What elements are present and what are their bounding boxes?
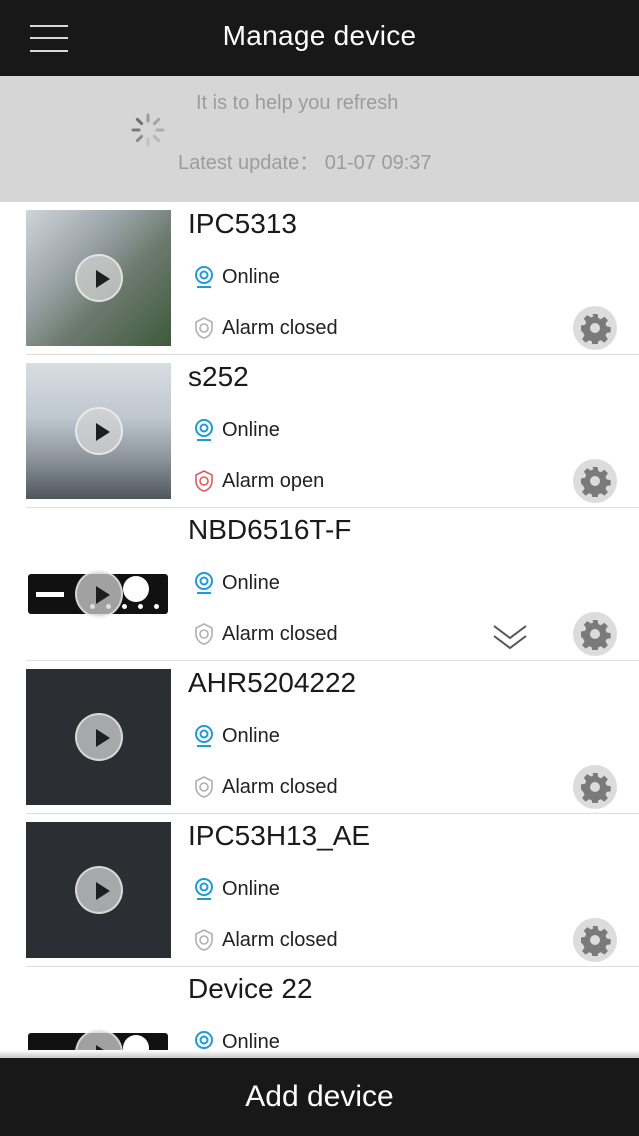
page-title: Manage device xyxy=(222,20,417,51)
device-row[interactable]: NBD6516T-F Online Alarm closed xyxy=(0,508,639,661)
device-row[interactable]: s252 Online Alarm open xyxy=(0,355,639,508)
online-camera-icon xyxy=(195,1031,213,1049)
settings-gear-icon[interactable] xyxy=(573,612,617,656)
device-thumbnail[interactable] xyxy=(26,669,171,805)
alarm-label: Alarm open xyxy=(222,469,325,492)
device-thumbnail[interactable] xyxy=(26,210,171,346)
device-row[interactable]: AHR5204222 Online Alarm closed xyxy=(0,661,639,814)
play-icon[interactable] xyxy=(74,570,123,618)
device-name: IPC53H13_AE xyxy=(188,820,371,851)
settings-gear-icon[interactable] xyxy=(573,765,617,809)
online-status: Online xyxy=(192,722,280,750)
expand-chevron-icon[interactable] xyxy=(490,620,530,654)
device-name: NBD6516T-F xyxy=(188,514,352,545)
last-update-text: Latest update： 01-07 09:37 xyxy=(178,152,432,174)
alarm-label: Alarm closed xyxy=(222,316,338,339)
device-thumbnail[interactable] xyxy=(26,822,171,958)
online-label: Online xyxy=(222,265,280,288)
settings-gear-icon[interactable] xyxy=(573,918,617,962)
device-name: Device 22 xyxy=(188,973,313,1004)
device-name: s252 xyxy=(188,361,249,392)
alarm-status: Alarm closed xyxy=(192,773,338,801)
device-row[interactable]: Device 22 Online xyxy=(0,967,639,1050)
online-label: Online xyxy=(222,877,280,900)
top-bar: Manage device xyxy=(0,0,639,76)
alarm-status: Alarm open xyxy=(192,467,324,495)
device-thumbnail[interactable] xyxy=(26,516,171,652)
device-thumbnail[interactable] xyxy=(26,363,171,499)
device-list: IPC5313 Online Alarm closed s252 Online … xyxy=(0,202,639,1050)
play-icon[interactable] xyxy=(74,713,123,761)
online-status: Online xyxy=(192,1028,280,1050)
online-camera-icon xyxy=(195,725,213,747)
refresh-message: It is to help you refresh xyxy=(196,92,399,114)
online-status: Online xyxy=(192,875,280,903)
online-label: Online xyxy=(222,418,280,441)
footer-shadow xyxy=(0,1050,639,1058)
loading-spinner-icon xyxy=(131,113,165,147)
device-row[interactable]: IPC5313 Online Alarm closed xyxy=(0,202,639,355)
online-label: Online xyxy=(222,724,280,747)
pull-to-refresh-panel: It is to help you refresh Latest update：… xyxy=(0,76,639,202)
online-label: Online xyxy=(222,1030,280,1051)
add-device-button[interactable]: Add device xyxy=(0,1058,639,1136)
settings-gear-icon[interactable] xyxy=(573,306,617,350)
alarm-closed-icon xyxy=(195,776,213,798)
device-name: IPC5313 xyxy=(188,208,297,239)
online-label: Online xyxy=(222,571,280,594)
device-thumbnail[interactable] xyxy=(26,975,171,1050)
play-icon[interactable] xyxy=(74,866,123,914)
online-camera-icon xyxy=(195,266,213,288)
alarm-status: Alarm closed xyxy=(192,926,338,954)
online-camera-icon xyxy=(195,419,213,441)
alarm-status: Alarm closed xyxy=(192,314,338,342)
alarm-closed-icon xyxy=(195,623,213,645)
online-camera-icon xyxy=(195,572,213,594)
alarm-label: Alarm closed xyxy=(222,928,338,951)
online-status: Online xyxy=(192,416,280,444)
alarm-closed-icon xyxy=(195,929,213,951)
online-status: Online xyxy=(192,263,280,291)
alarm-label: Alarm closed xyxy=(222,775,338,798)
alarm-open-icon xyxy=(195,470,213,492)
play-icon[interactable] xyxy=(74,254,123,302)
device-name: AHR5204222 xyxy=(188,667,357,698)
play-icon[interactable] xyxy=(74,407,123,455)
settings-gear-icon[interactable] xyxy=(573,459,617,503)
online-camera-icon xyxy=(195,878,213,900)
online-status: Online xyxy=(192,569,280,597)
alarm-closed-icon xyxy=(195,317,213,339)
device-row[interactable]: IPC53H13_AE Online Alarm closed xyxy=(0,814,639,967)
alarm-status: Alarm closed xyxy=(192,620,338,648)
add-device-label: Add device xyxy=(245,1080,394,1113)
alarm-label: Alarm closed xyxy=(222,622,338,645)
